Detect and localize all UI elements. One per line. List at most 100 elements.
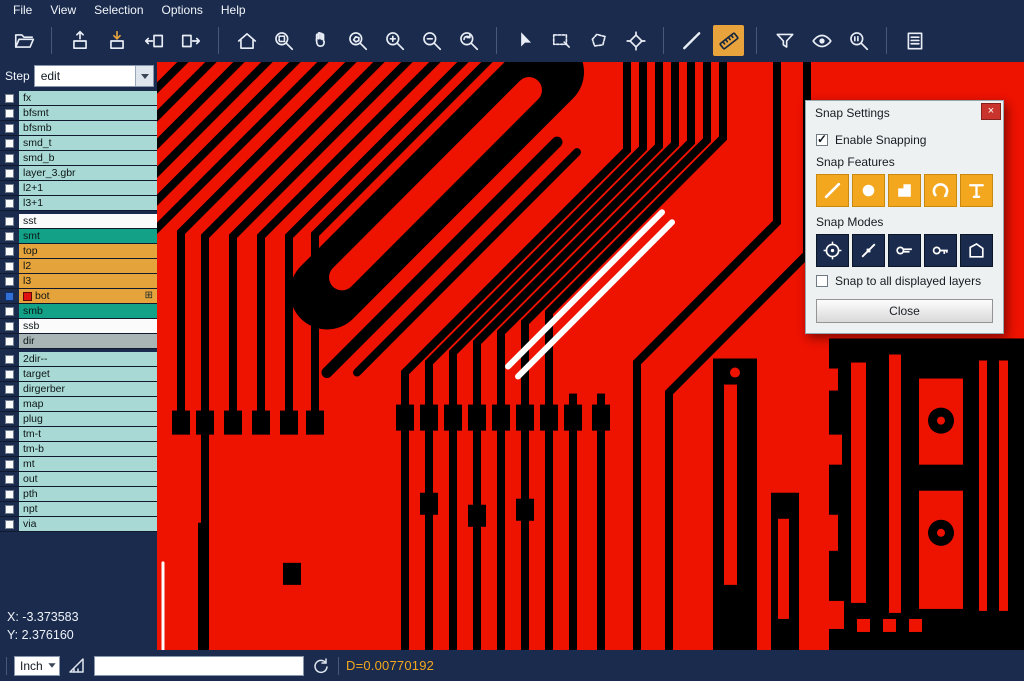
layer-checkbox-layer_3.gbr[interactable] bbox=[5, 169, 14, 178]
layer-row-mt[interactable]: mt bbox=[0, 457, 157, 472]
layer-checkbox-top[interactable] bbox=[5, 247, 14, 256]
tool-zoom-in[interactable] bbox=[379, 25, 410, 56]
tool-view-options-eye[interactable] bbox=[806, 25, 837, 56]
snap-feature-line-button[interactable] bbox=[816, 174, 849, 207]
tool-step-left[interactable] bbox=[138, 25, 169, 56]
tool-filter[interactable] bbox=[769, 25, 800, 56]
layer-checkbox-dirgerber[interactable] bbox=[5, 385, 14, 394]
layer-label-bfsmb[interactable]: bfsmb bbox=[19, 121, 157, 135]
layer-row-l3[interactable]: l3 bbox=[0, 274, 157, 289]
tool-zoom-polygon[interactable] bbox=[342, 25, 373, 56]
layer-label-l3[interactable]: l3 bbox=[19, 274, 157, 288]
layer-label-sst[interactable]: sst bbox=[19, 214, 157, 228]
layer-label-smd_t[interactable]: smd_t bbox=[19, 136, 157, 150]
layer-row-smt[interactable]: smt bbox=[0, 229, 157, 244]
tool-zoom-out[interactable] bbox=[416, 25, 447, 56]
layer-label-bot[interactable]: bot⊞ bbox=[19, 289, 157, 303]
layer-row-l2[interactable]: l2 bbox=[0, 259, 157, 274]
layer-checkbox-map[interactable] bbox=[5, 400, 14, 409]
layer-label-tm-b[interactable]: tm-b bbox=[19, 442, 157, 456]
menu-item-file[interactable]: File bbox=[4, 2, 41, 18]
layer-row-out[interactable]: out bbox=[0, 472, 157, 487]
layer-row-l2+1[interactable]: l2+1 bbox=[0, 181, 157, 196]
layer-checkbox-pth[interactable] bbox=[5, 490, 14, 499]
layer-label-l2+1[interactable]: l2+1 bbox=[19, 181, 157, 195]
layer-label-dirgerber[interactable]: dirgerber bbox=[19, 382, 157, 396]
layer-row-top[interactable]: top bbox=[0, 244, 157, 259]
tool-find-in[interactable] bbox=[843, 25, 874, 56]
layer-checkbox-l2[interactable] bbox=[5, 262, 14, 271]
tool-measure-ruler[interactable] bbox=[713, 25, 744, 56]
menu-item-help[interactable]: Help bbox=[212, 2, 255, 18]
command-input[interactable] bbox=[94, 656, 304, 676]
tool-report-list[interactable] bbox=[899, 25, 930, 56]
layer-row-bot[interactable]: bot⊞ bbox=[0, 289, 157, 304]
layer-label-dir[interactable]: dir bbox=[19, 334, 157, 348]
layer-row-map[interactable]: map bbox=[0, 397, 157, 412]
layer-label-bfsmt[interactable]: bfsmt bbox=[19, 106, 157, 120]
layer-label-target[interactable]: target bbox=[19, 367, 157, 381]
layer-checkbox-bfsmb[interactable] bbox=[5, 124, 14, 133]
snap-mode-outline-button[interactable] bbox=[960, 234, 993, 267]
layer-label-plug[interactable]: plug bbox=[19, 412, 157, 426]
layer-label-fx[interactable]: fx bbox=[19, 91, 157, 105]
step-select-chevron[interactable] bbox=[135, 66, 153, 86]
layer-row-layer_3.gbr[interactable]: layer_3.gbr bbox=[0, 166, 157, 181]
layer-label-top[interactable]: top bbox=[19, 244, 157, 258]
layer-checkbox-via[interactable] bbox=[5, 520, 14, 529]
tool-zoom-previous[interactable] bbox=[453, 25, 484, 56]
layer-label-out[interactable]: out bbox=[19, 472, 157, 486]
layer-row-sst[interactable]: sst bbox=[0, 214, 157, 229]
tool-step-right[interactable] bbox=[175, 25, 206, 56]
layer-checkbox-tm-t[interactable] bbox=[5, 430, 14, 439]
grid-icon[interactable]: ⊞ bbox=[145, 291, 153, 301]
layer-checkbox-fx[interactable] bbox=[5, 94, 14, 103]
layer-checkbox-target[interactable] bbox=[5, 370, 14, 379]
layer-checkbox-smd_b[interactable] bbox=[5, 154, 14, 163]
layer-row-target[interactable]: target bbox=[0, 367, 157, 382]
close-button[interactable]: Close bbox=[816, 299, 993, 323]
layer-checkbox-tm-b[interactable] bbox=[5, 445, 14, 454]
layer-row-ssb[interactable]: ssb bbox=[0, 319, 157, 334]
layer-row-pth[interactable]: pth bbox=[0, 487, 157, 502]
layer-row-fx[interactable]: fx bbox=[0, 91, 157, 106]
layer-checkbox-bot[interactable] bbox=[5, 292, 14, 301]
snap-feature-surface-button[interactable] bbox=[888, 174, 921, 207]
layer-checkbox-out[interactable] bbox=[5, 475, 14, 484]
tool-open-folder[interactable] bbox=[8, 25, 39, 56]
snap-feature-arc-button[interactable] bbox=[924, 174, 957, 207]
layer-checkbox-sst[interactable] bbox=[5, 217, 14, 226]
layer-label-smt[interactable]: smt bbox=[19, 229, 157, 243]
layer-row-plug[interactable]: plug bbox=[0, 412, 157, 427]
layer-label-tm-t[interactable]: tm-t bbox=[19, 427, 157, 441]
tool-export-up[interactable] bbox=[64, 25, 95, 56]
snap-feature-text-button[interactable] bbox=[960, 174, 993, 207]
snap-mode-center-button[interactable] bbox=[816, 234, 849, 267]
layer-label-layer_3.gbr[interactable]: layer_3.gbr bbox=[19, 166, 157, 180]
layer-label-map[interactable]: map bbox=[19, 397, 157, 411]
tool-zoom-window[interactable] bbox=[268, 25, 299, 56]
layer-row-npt[interactable]: npt bbox=[0, 502, 157, 517]
tool-pan-hand[interactable] bbox=[305, 25, 336, 56]
snap-mode-point-on-line-button[interactable] bbox=[852, 234, 885, 267]
all-layers-row[interactable]: Snap to all displayed layers bbox=[816, 274, 993, 288]
layer-checkbox-bfsmt[interactable] bbox=[5, 109, 14, 118]
layer-row-l3+1[interactable]: l3+1 bbox=[0, 196, 157, 211]
layer-label-pth[interactable]: pth bbox=[19, 487, 157, 501]
layer-label-ssb[interactable]: ssb bbox=[19, 319, 157, 333]
layer-label-smd_b[interactable]: smd_b bbox=[19, 151, 157, 165]
enable-snapping-row[interactable]: Enable Snapping bbox=[816, 133, 993, 147]
layer-label-2dir--[interactable]: 2dir-- bbox=[19, 352, 157, 366]
layer-label-via[interactable]: via bbox=[19, 517, 157, 531]
layer-row-dirgerber[interactable]: dirgerber bbox=[0, 382, 157, 397]
tool-draw-line[interactable] bbox=[676, 25, 707, 56]
layer-label-npt[interactable]: npt bbox=[19, 502, 157, 516]
tool-import-down[interactable] bbox=[101, 25, 132, 56]
layer-checkbox-dir[interactable] bbox=[5, 337, 14, 346]
layer-label-l2[interactable]: l2 bbox=[19, 259, 157, 273]
snap-feature-pad-button[interactable] bbox=[852, 174, 885, 207]
layer-checkbox-l3[interactable] bbox=[5, 277, 14, 286]
layer-row-2dir--[interactable]: 2dir-- bbox=[0, 352, 157, 367]
layer-row-via[interactable]: via bbox=[0, 517, 157, 532]
layer-checkbox-plug[interactable] bbox=[5, 415, 14, 424]
